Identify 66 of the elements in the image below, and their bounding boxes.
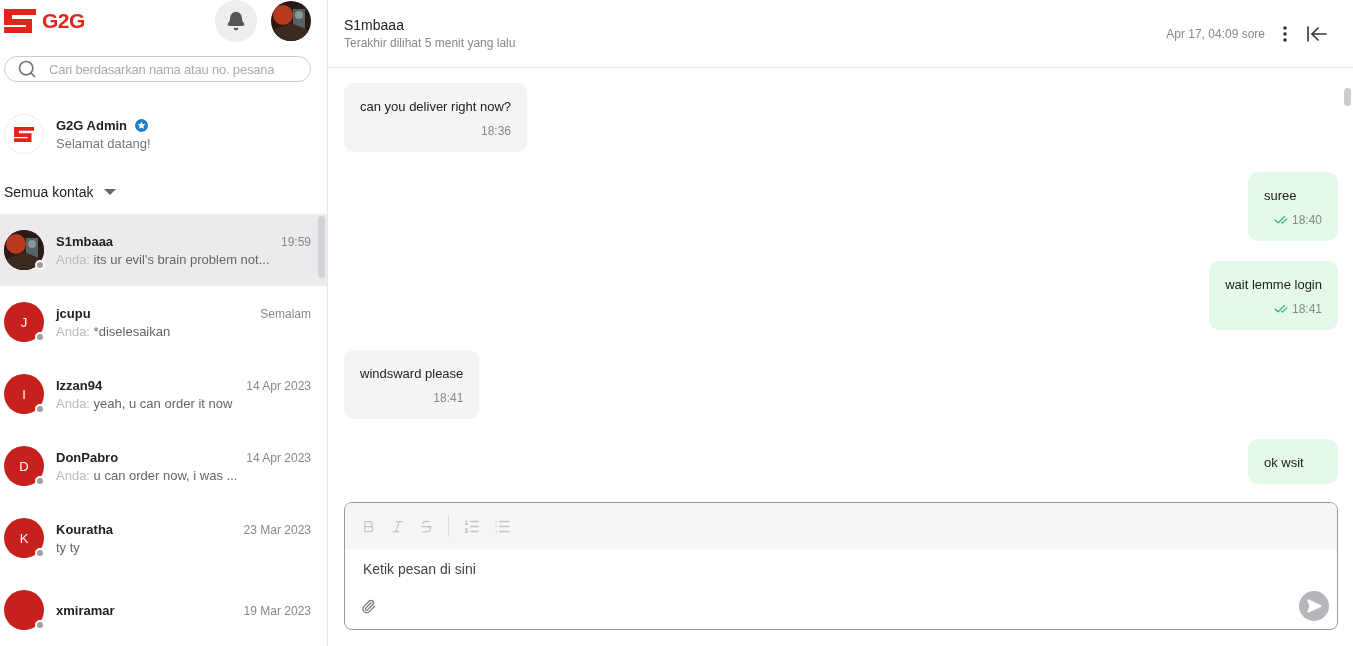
logo-text: G2G xyxy=(42,9,85,33)
ordered-list-button[interactable] xyxy=(463,517,480,535)
chat-contact-name: S1mbaaa xyxy=(344,17,405,33)
strikethrough-button[interactable] xyxy=(419,518,434,534)
message-time: 18:41 xyxy=(433,391,464,405)
scrollbar-thumb[interactable] xyxy=(318,216,325,278)
contact-avatar: K xyxy=(4,518,44,558)
message-preview: Anda: *diselesaikan xyxy=(56,323,172,339)
contact-row[interactable]: J jcupu Semalam Anda: *diselesaikan xyxy=(0,286,327,358)
message-text: wait lemme login xyxy=(1225,277,1322,292)
logo-icon xyxy=(14,126,34,142)
send-button[interactable] xyxy=(1299,591,1329,621)
caret-icon xyxy=(103,189,116,195)
message-time: 18:41 xyxy=(1291,302,1322,316)
contact-name: G2G Admin xyxy=(56,117,128,133)
message-time: 19 Mar 2023 xyxy=(243,603,311,618)
bold-button[interactable] xyxy=(361,518,376,534)
status-dot xyxy=(35,260,45,270)
message-time: 18:40 xyxy=(1291,213,1322,227)
message-preview: ty ty xyxy=(56,539,81,555)
more-icon xyxy=(1283,25,1287,42)
contact-avatar: D xyxy=(4,446,44,486)
status-dot xyxy=(35,404,45,414)
status-dot xyxy=(35,476,45,486)
contact-row[interactable]: I Izzan94 14 Apr 2023 Anda: yeah, u can order it now xyxy=(0,358,327,430)
message-preview: Anda: yeah, u can order it now xyxy=(56,395,234,411)
message-time: Semalam xyxy=(260,306,311,321)
contact-avatar: I xyxy=(4,374,44,414)
italic-button[interactable] xyxy=(390,518,405,534)
send-icon xyxy=(1306,598,1322,614)
last-seen-status: Terakhir dilihat 5 menit yang lalu xyxy=(344,36,517,50)
logo-icon xyxy=(4,9,36,33)
message-time: 14 Apr 2023 xyxy=(246,450,311,465)
message-text: ok wsit xyxy=(1264,455,1305,470)
message-preview: Anda: u can order now, i was ... xyxy=(56,467,239,483)
status-dot xyxy=(35,332,45,342)
message-time: 14 Apr 2023 xyxy=(246,378,311,393)
message-composer[interactable]: Ketik pesan di sini xyxy=(344,502,1338,630)
message-time: 23 Mar 2023 xyxy=(243,522,311,537)
contact-row[interactable]: xmiramar 19 Mar 2023 xyxy=(0,574,327,646)
contact-row[interactable]: D DonPabro 14 Apr 2023 Anda: u can order now, i was ... xyxy=(0,430,327,502)
contact-name: Kouratha xyxy=(56,521,114,537)
contact-name: jcupu xyxy=(56,305,91,321)
contact-name: S1mbaaa xyxy=(56,233,114,249)
message-text: suree xyxy=(1264,188,1298,203)
contact-avatar xyxy=(4,590,44,630)
contact-row[interactable]: K Kouratha 23 Mar 2023 ty ty xyxy=(0,502,327,574)
notification-button[interactable] xyxy=(215,0,257,42)
contact-filter-dropdown[interactable]: Semua kontak xyxy=(4,184,327,200)
contact-name: Izzan94 xyxy=(56,377,103,393)
message-time: 19:59 xyxy=(280,234,311,249)
more-options-button[interactable] xyxy=(1283,25,1287,42)
bell-icon xyxy=(226,11,246,31)
contact-name: xmiramar xyxy=(56,602,115,618)
search-icon xyxy=(17,59,37,79)
scrollbar-thumb[interactable] xyxy=(1344,88,1351,106)
attach-button[interactable] xyxy=(361,598,376,614)
message-text: can you deliver right now? xyxy=(360,99,512,114)
status-dot xyxy=(35,548,45,558)
status-dot xyxy=(35,620,45,630)
message-preview: Selamat datang! xyxy=(56,135,152,151)
message-text: windsward please xyxy=(360,366,464,381)
message-time: 18:36 xyxy=(481,124,512,138)
chat-date: Apr 17, 04:09 sore xyxy=(1166,26,1265,41)
contact-avatar: J xyxy=(4,302,44,342)
contact-name: DonPabro xyxy=(56,449,119,465)
